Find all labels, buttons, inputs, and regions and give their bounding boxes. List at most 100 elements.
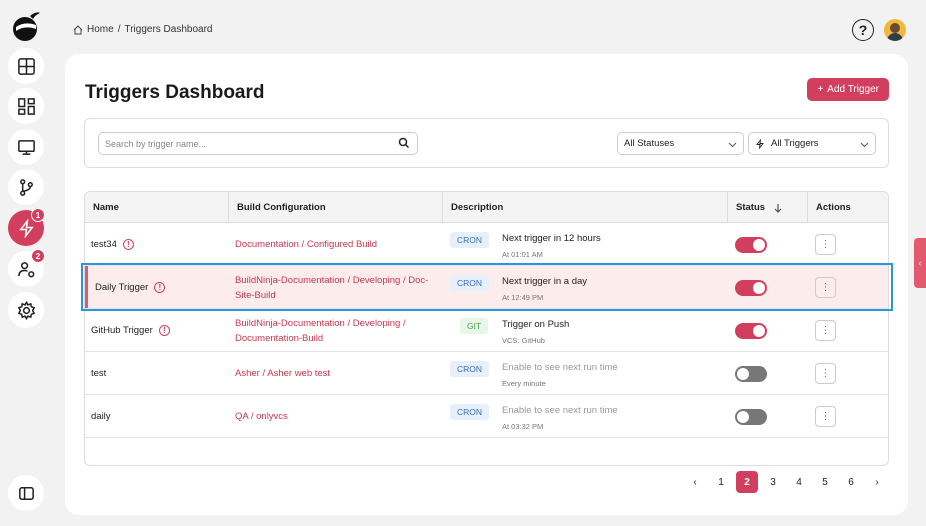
trigger-name-cell: daily: [91, 395, 226, 438]
column-header-actions: Actions: [807, 192, 888, 223]
sidebar-item-agents[interactable]: [8, 129, 44, 165]
trigger-name[interactable]: Daily Trigger: [95, 282, 148, 293]
trigger-schedule: At 12:49 PM: [502, 293, 544, 302]
build-link[interactable]: BuildNinja-Documentation: [235, 275, 345, 286]
side-panel-tab[interactable]: ‹: [914, 238, 926, 288]
trigger-type-filter-value: All Triggers: [771, 138, 819, 149]
page-button[interactable]: 1: [710, 471, 732, 493]
sidebar-item-users[interactable]: 2: [8, 249, 45, 287]
avatar[interactable]: [884, 19, 906, 41]
breadcrumb-separator: /: [117, 24, 121, 35]
status-toggle[interactable]: [735, 280, 767, 296]
page-title: Triggers Dashboard: [85, 82, 265, 103]
trigger-schedule: Every minute: [502, 379, 546, 388]
build-config-cell: BuildNinja-Documentation / Developing / …: [235, 274, 429, 301]
add-trigger-button[interactable]: + Add Trigger: [807, 78, 889, 101]
sidebar-item-settings[interactable]: [8, 292, 44, 328]
build-link[interactable]: QA: [235, 411, 248, 422]
status-toggle[interactable]: [735, 409, 767, 425]
status-toggle[interactable]: [735, 237, 767, 253]
more-vertical-icon: ⋮: [820, 324, 831, 336]
page-button[interactable]: 4: [788, 471, 810, 493]
trigger-description: Enable to see next run time: [502, 362, 618, 373]
build-link[interactable]: Documentation: [235, 239, 299, 250]
page-button[interactable]: 2: [736, 471, 758, 493]
page-button[interactable]: 6: [840, 471, 862, 493]
status-toggle[interactable]: [735, 323, 767, 339]
sidebar-item-dashboard[interactable]: [8, 88, 44, 124]
trigger-type-badge: CRON: [450, 361, 490, 377]
sidebar-collapse-button[interactable]: [8, 475, 44, 511]
table-row[interactable]: test34! Documentation / Configured Build C…: [85, 223, 888, 266]
breadcrumb-home[interactable]: Home: [87, 24, 114, 35]
gear-icon: [17, 300, 35, 320]
toggle-knob: [737, 368, 749, 380]
chevron-down-icon: [728, 142, 737, 148]
filter-bar: All Statuses All Triggers: [84, 118, 889, 168]
toggle-knob: [753, 282, 765, 294]
row-actions-button[interactable]: ⋮: [815, 406, 836, 427]
trigger-name[interactable]: test: [91, 368, 106, 379]
build-config-cell: BuildNinja-Documentation / Developing / …: [235, 317, 406, 344]
row-actions-button[interactable]: ⋮: [815, 320, 836, 341]
sort-arrow-icon[interactable]: [773, 203, 783, 213]
table-row[interactable]: daily QA / onlyvcs CRON Enable to see next …: [85, 395, 888, 438]
search-input[interactable]: [98, 132, 418, 155]
trigger-name-cell: GitHub Trigger!: [91, 309, 226, 352]
build-link[interactable]: Developing: [353, 275, 401, 286]
warning-icon: !: [154, 282, 166, 293]
trigger-name-cell: test: [91, 352, 226, 395]
row-actions-button[interactable]: ⋮: [815, 234, 836, 255]
column-header-name[interactable]: Name: [85, 192, 228, 223]
help-icon[interactable]: ?: [852, 19, 874, 41]
trigger-description: Next trigger in a day: [502, 276, 588, 287]
table-row[interactable]: Daily Trigger! BuildNinja-Documentation /…: [85, 266, 888, 309]
next-page-button[interactable]: ›: [866, 471, 888, 493]
build-link[interactable]: Documentation-Build: [235, 333, 323, 344]
table-row[interactable]: GitHub Trigger! BuildNinja-Documentation …: [85, 309, 888, 352]
ninja-logo-icon[interactable]: [10, 9, 42, 43]
page-button[interactable]: 3: [762, 471, 784, 493]
status-filter-select[interactable]: All Statuses: [617, 132, 744, 155]
column-header-description[interactable]: Description: [442, 192, 727, 223]
row-actions-button[interactable]: ⋮: [815, 277, 836, 298]
status-toggle[interactable]: [735, 366, 767, 382]
trigger-name[interactable]: daily: [91, 411, 111, 422]
more-vertical-icon: ⋮: [820, 410, 831, 422]
trigger-type-badge: CRON: [450, 275, 490, 291]
breadcrumb: Home / Triggers Dashboard: [73, 24, 212, 35]
notification-badge: 1: [31, 208, 45, 222]
column-header-build[interactable]: Build Configuration: [228, 192, 442, 223]
main-card: Triggers Dashboard + Add Trigger All Sta…: [65, 54, 908, 515]
trigger-name[interactable]: GitHub Trigger: [91, 325, 153, 336]
monitor-icon: [17, 139, 35, 155]
trigger-type-filter-select[interactable]: All Triggers: [748, 132, 876, 155]
build-link[interactable]: Configured Build: [307, 239, 377, 250]
warning-icon: !: [122, 239, 134, 250]
prev-page-button[interactable]: ‹: [684, 471, 706, 493]
layout-icon: [17, 57, 35, 75]
trigger-name-cell: test34!: [91, 223, 226, 266]
table-row[interactable]: test Asher / Asher web test CRON Enable to …: [85, 352, 888, 395]
lightning-icon: [756, 138, 764, 149]
build-link[interactable]: onlyvcs: [256, 411, 288, 422]
column-header-status[interactable]: Status: [727, 192, 807, 223]
build-config-cell: Asher / Asher web test: [235, 368, 331, 379]
trigger-type-badge: CRON: [450, 404, 490, 420]
build-link[interactable]: Developing: [353, 318, 401, 329]
more-vertical-icon: ⋮: [820, 238, 831, 250]
table-header: Name Build Configuration Description Sta…: [85, 192, 888, 223]
build-link[interactable]: Asher web test: [267, 368, 330, 379]
sidebar-item-triggers[interactable]: 1: [8, 208, 45, 246]
home-icon[interactable]: [73, 24, 83, 35]
page-button[interactable]: 5: [814, 471, 836, 493]
trigger-name[interactable]: test34: [91, 239, 117, 250]
git-branch-icon: [19, 178, 33, 196]
sidebar-item-layout[interactable]: [8, 48, 44, 84]
status-filter-value: All Statuses: [624, 138, 675, 149]
build-link[interactable]: Asher: [235, 368, 260, 379]
sidebar-item-vcs[interactable]: [8, 169, 44, 205]
sidebar-toggle-icon: [18, 486, 34, 500]
build-link[interactable]: BuildNinja-Documentation: [235, 318, 345, 329]
row-actions-button[interactable]: ⋮: [815, 363, 836, 384]
